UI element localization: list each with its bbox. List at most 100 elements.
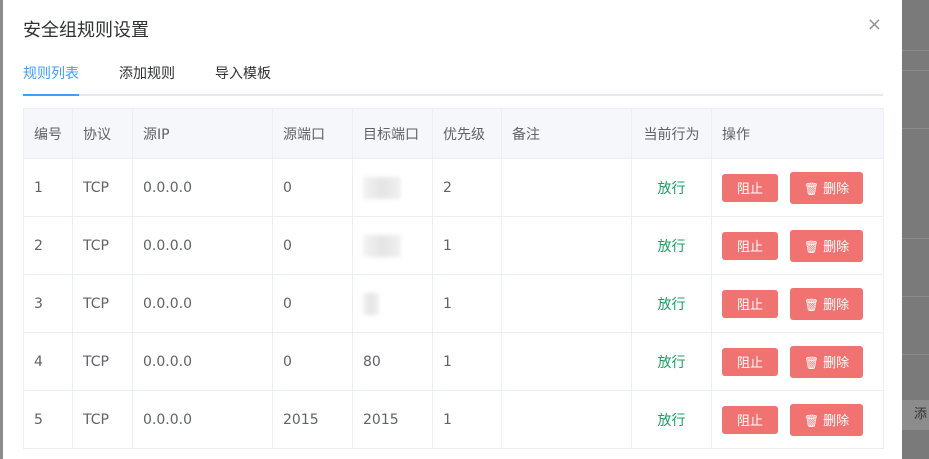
cell-note <box>501 332 632 391</box>
cell-current-action: 放行 <box>631 332 712 391</box>
cell-priority: 1 <box>432 274 502 333</box>
cell-operations: 阻止 🗑 删除 <box>711 274 884 333</box>
cell-target-port <box>352 158 433 217</box>
block-button[interactable]: 阻止 <box>722 173 778 202</box>
cell-note <box>501 158 632 217</box>
cell-id: 4 <box>23 332 73 391</box>
delete-label: 删除 <box>823 356 850 371</box>
cell-target-port: 2015 <box>352 390 433 449</box>
trash-icon: 🗑 <box>803 356 820 370</box>
status-badge: 放行 <box>657 412 686 429</box>
block-button[interactable]: 阻止 <box>722 231 778 260</box>
redacted-value <box>363 292 379 315</box>
block-button[interactable]: 阻止 <box>722 405 778 434</box>
cell-priority: 2 <box>432 158 502 217</box>
cell-target-port <box>352 274 433 333</box>
active-tab-indicator <box>23 94 79 96</box>
header-note: 备注 <box>501 108 632 159</box>
trash-icon: 🗑 <box>803 414 820 428</box>
cell-protocol: TCP <box>72 390 133 449</box>
table-row: 5 TCP 0.0.0.0 2015 2015 1 放行 阻止 🗑 删除 <box>23 390 884 449</box>
cell-source-ip: 0.0.0.0 <box>132 216 273 275</box>
cell-source-ip: 0.0.0.0 <box>132 332 273 391</box>
rules-table-body: 1 TCP 0.0.0.0 0 2 放行 阻止 🗑 删除 2 TCP 0.0.0.0 0 1 放行 阻止 🗑 删除… <box>23 158 884 449</box>
header-priority: 优先级 <box>432 108 502 159</box>
delete-button[interactable]: 🗑 删除 <box>790 229 863 262</box>
table-row: 3 TCP 0.0.0.0 0 1 放行 阻止 🗑 删除 <box>23 274 884 333</box>
cell-source-port: 0 <box>272 158 353 217</box>
block-button[interactable]: 阻止 <box>722 347 778 376</box>
delete-label: 删除 <box>823 240 850 255</box>
status-badge: 放行 <box>657 238 686 255</box>
cell-protocol: TCP <box>72 332 133 391</box>
block-button[interactable]: 阻止 <box>722 289 778 318</box>
tab-import-template[interactable]: 导入模板 <box>215 62 271 92</box>
backdrop-divider <box>902 70 929 71</box>
security-group-rules-dialog: 安全组规则设置 × 规则列表 添加规则 导入模板 编号 协议 源IP 源端口 目… <box>3 0 902 459</box>
backdrop-divider <box>902 128 929 129</box>
cell-source-ip: 0.0.0.0 <box>132 274 273 333</box>
backdrop-right-panel <box>902 0 929 459</box>
header-target-port: 目标端口 <box>352 108 433 159</box>
cell-priority: 1 <box>432 390 502 449</box>
cell-operations: 阻止 🗑 删除 <box>711 158 884 217</box>
cell-target-port <box>352 216 433 275</box>
cell-current-action: 放行 <box>631 216 712 275</box>
table-row: 4 TCP 0.0.0.0 0 80 1 放行 阻止 🗑 删除 <box>23 332 884 391</box>
tab-rule-list[interactable]: 规则列表 <box>23 62 79 92</box>
status-badge: 放行 <box>657 180 686 197</box>
delete-button[interactable]: 🗑 删除 <box>790 287 863 320</box>
cell-priority: 1 <box>432 216 502 275</box>
dialog-title: 安全组规则设置 <box>23 20 149 41</box>
cell-source-ip: 0.0.0.0 <box>132 158 273 217</box>
trash-icon: 🗑 <box>803 240 820 254</box>
cell-source-port: 0 <box>272 216 353 275</box>
cell-source-port: 0 <box>272 274 353 333</box>
close-icon[interactable]: × <box>867 14 882 35</box>
cell-protocol: TCP <box>72 216 133 275</box>
tab-add-rule[interactable]: 添加规则 <box>119 62 175 92</box>
cell-id: 5 <box>23 390 73 449</box>
cell-id: 3 <box>23 274 73 333</box>
cell-current-action: 放行 <box>631 158 712 217</box>
delete-label: 删除 <box>823 182 850 197</box>
backdrop-add-button[interactable]: 添 <box>902 400 929 430</box>
cell-note <box>501 274 632 333</box>
table-row: 2 TCP 0.0.0.0 0 1 放行 阻止 🗑 删除 <box>23 216 884 275</box>
cell-source-ip: 0.0.0.0 <box>132 390 273 449</box>
cell-source-port: 2015 <box>272 390 353 449</box>
table-row: 1 TCP 0.0.0.0 0 2 放行 阻止 🗑 删除 <box>23 158 884 217</box>
backdrop-divider <box>902 238 929 239</box>
cell-id: 1 <box>23 158 73 217</box>
cell-protocol: TCP <box>72 158 133 217</box>
delete-label: 删除 <box>823 414 850 429</box>
cell-protocol: TCP <box>72 274 133 333</box>
delete-button[interactable]: 🗑 删除 <box>790 403 863 436</box>
header-source-port: 源端口 <box>272 108 353 159</box>
trash-icon: 🗑 <box>803 182 820 196</box>
cell-id: 2 <box>23 216 73 275</box>
redacted-value <box>363 176 401 199</box>
backdrop-divider <box>902 296 929 297</box>
delete-button[interactable]: 🗑 删除 <box>790 345 863 378</box>
table-header-row: 编号 协议 源IP 源端口 目标端口 优先级 备注 当前行为 操作 <box>23 108 884 159</box>
header-current-action: 当前行为 <box>631 108 712 159</box>
cell-target-port: 80 <box>352 332 433 391</box>
dialog-tabs: 规则列表 添加规则 导入模板 <box>23 62 883 96</box>
backdrop-divider <box>902 354 929 355</box>
delete-label: 删除 <box>823 298 850 313</box>
cell-source-port: 0 <box>272 332 353 391</box>
backdrop-divider <box>902 50 929 51</box>
rules-table: 编号 协议 源IP 源端口 目标端口 优先级 备注 当前行为 操作 1 TCP 0.… <box>23 108 884 449</box>
cell-current-action: 放行 <box>631 274 712 333</box>
cell-operations: 阻止 🗑 删除 <box>711 332 884 391</box>
header-operations: 操作 <box>711 108 884 159</box>
cell-current-action: 放行 <box>631 390 712 449</box>
status-badge: 放行 <box>657 354 686 371</box>
delete-button[interactable]: 🗑 删除 <box>790 171 863 204</box>
cell-priority: 1 <box>432 332 502 391</box>
header-protocol: 协议 <box>72 108 133 159</box>
header-id: 编号 <box>23 108 73 159</box>
header-source-ip: 源IP <box>132 108 273 159</box>
redacted-value <box>363 234 401 257</box>
